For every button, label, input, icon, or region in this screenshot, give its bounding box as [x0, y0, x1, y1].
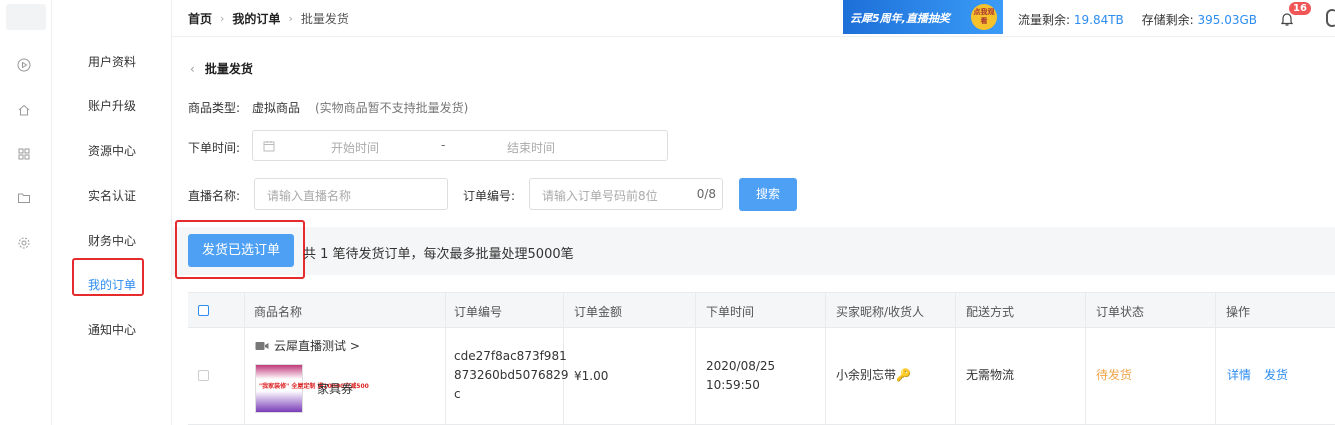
live-name-placeholder: 请输入直播名称 — [267, 189, 352, 203]
end-time-placeholder[interactable]: 结束时间 — [507, 139, 555, 156]
order-no-input[interactable]: 请输入订单号码前8位 0/8 — [529, 178, 723, 210]
product-type-value: 虚拟商品 — [252, 101, 301, 115]
page-title: 批量发货 — [204, 62, 253, 76]
th-delivery: 配送方式 — [966, 305, 1015, 319]
select-all-checkbox[interactable] — [198, 305, 209, 316]
avatar[interactable] — [1326, 9, 1335, 27]
highlight-box-ship-button — [175, 220, 305, 279]
ship-link[interactable]: 发货 — [1264, 366, 1288, 384]
th-status: 订单状态 — [1096, 305, 1145, 319]
th-actions: 操作 — [1226, 305, 1251, 319]
delivery-method: 无需物流 — [966, 368, 1015, 382]
start-time-placeholder[interactable]: 开始时间 — [331, 139, 379, 156]
top-header: 首页 › 我的订单 › 批量发货 云犀5周年,直播抽奖 点我观看 流量剩余: 1… — [172, 0, 1335, 37]
calendar-icon — [263, 140, 275, 152]
breadcrumb-my-orders[interactable]: 我的订单 — [232, 10, 280, 27]
banner-text: 云犀5周年,直播抽奖 — [850, 12, 950, 25]
video-camera-icon — [255, 341, 269, 351]
folder-icon[interactable] — [17, 191, 31, 205]
subnav-item-verification[interactable]: 实名认证 — [52, 188, 172, 204]
storage-value: 395.03GB — [1197, 13, 1258, 27]
pending-orders-info: 共 1 笔待发货订单，每次最多批量处理5000笔 — [303, 247, 574, 262]
account-subnav: 用户资料 账户升级 资源中心 实名认证 财务中心 我的订单 通知中心 — [52, 0, 172, 425]
traffic-value: 19.84TB — [1073, 13, 1124, 27]
orders-table-header: 商品名称 订单编号 订单金额 下单时间 买家昵称/收货人 配送方式 订单状态 操… — [188, 292, 1335, 328]
search-button[interactable]: 搜索 — [739, 178, 797, 211]
usage-stats: 流量剩余: 19.84TB 存储剩余: 395.03GB — [1018, 11, 1257, 28]
th-order-time: 下单时间 — [706, 305, 755, 319]
highlight-box-my-orders — [72, 258, 144, 296]
subnav-item-resources[interactable]: 资源中心 — [52, 143, 172, 159]
th-product: 商品名称 — [254, 305, 303, 319]
gear-icon[interactable] — [17, 236, 31, 250]
grid-icon[interactable] — [17, 147, 31, 161]
traffic-label: 流量剩余: — [1018, 13, 1071, 27]
table-row: 云犀直播测试 > "我家装修" 全屋定制 满10000立减500 家具券 cde… — [188, 328, 1335, 425]
th-amount: 订单金额 — [574, 305, 623, 319]
product-type-note: (实物商品暂不支持批量发货) — [315, 101, 469, 115]
subnav-item-profile[interactable]: 用户资料 — [52, 54, 172, 70]
detail-link[interactable]: 详情 — [1227, 366, 1251, 384]
status-badge: 待发货 — [1096, 368, 1133, 382]
product-type-label: 商品类型: — [188, 101, 241, 115]
storage-label: 存储剩余: — [1141, 13, 1194, 27]
order-time-label: 下单时间: — [188, 141, 241, 155]
buyer-name: 小余别忘带🔑 — [836, 368, 911, 382]
order-no-label: 订单编号: — [463, 189, 516, 203]
logo — [6, 4, 46, 30]
live-name-link[interactable]: 云犀直播测试 > — [274, 337, 360, 355]
live-name-label: 直播名称: — [188, 189, 241, 203]
promo-banner[interactable]: 云犀5周年,直播抽奖 点我观看 — [843, 0, 1003, 34]
notification-count-badge: 16 — [1289, 2, 1311, 15]
breadcrumb: 首页 › 我的订单 › 批量发货 — [188, 10, 349, 27]
order-date: 2020/08/25 — [706, 359, 776, 373]
range-separator: - — [441, 138, 446, 152]
breadcrumb-separator-icon: › — [220, 12, 225, 25]
product-thumbnail: "我家装修" 全屋定制 满10000立减500 — [255, 364, 369, 413]
subnav-item-finance[interactable]: 财务中心 — [52, 233, 172, 249]
subnav-item-notifications[interactable]: 通知中心 — [52, 322, 172, 338]
order-number: cde27f8ac873f981873260bd5076829c — [454, 349, 569, 401]
order-amount: ¥1.00 — [574, 369, 609, 383]
th-buyer: 买家昵称/收货人 — [836, 305, 925, 319]
order-no-placeholder: 请输入订单号码前8位 — [542, 189, 658, 203]
order-no-char-count: 0/8 — [696, 187, 716, 201]
product-name: 家具券 — [317, 382, 354, 396]
banner-badge: 点我观看 — [971, 4, 997, 30]
row-checkbox[interactable] — [198, 370, 209, 381]
th-order-no: 订单编号 — [454, 305, 503, 319]
breadcrumb-separator-icon: › — [288, 12, 293, 25]
breadcrumb-current: 批量发货 — [300, 12, 349, 26]
breadcrumb-home[interactable]: 首页 — [188, 10, 212, 27]
back-header[interactable]: ‹ 批量发货 — [190, 60, 253, 77]
live-name-input[interactable]: 请输入直播名称 — [254, 178, 448, 210]
play-icon[interactable] — [17, 58, 31, 72]
date-range-picker[interactable]: 开始时间 - 结束时间 — [252, 130, 668, 161]
subnav-item-upgrade[interactable]: 账户升级 — [52, 98, 172, 114]
order-time: 10:59:50 — [706, 378, 760, 392]
icon-rail — [0, 0, 52, 425]
home-icon[interactable] — [17, 103, 31, 117]
chevron-left-icon[interactable]: ‹ — [190, 62, 195, 76]
